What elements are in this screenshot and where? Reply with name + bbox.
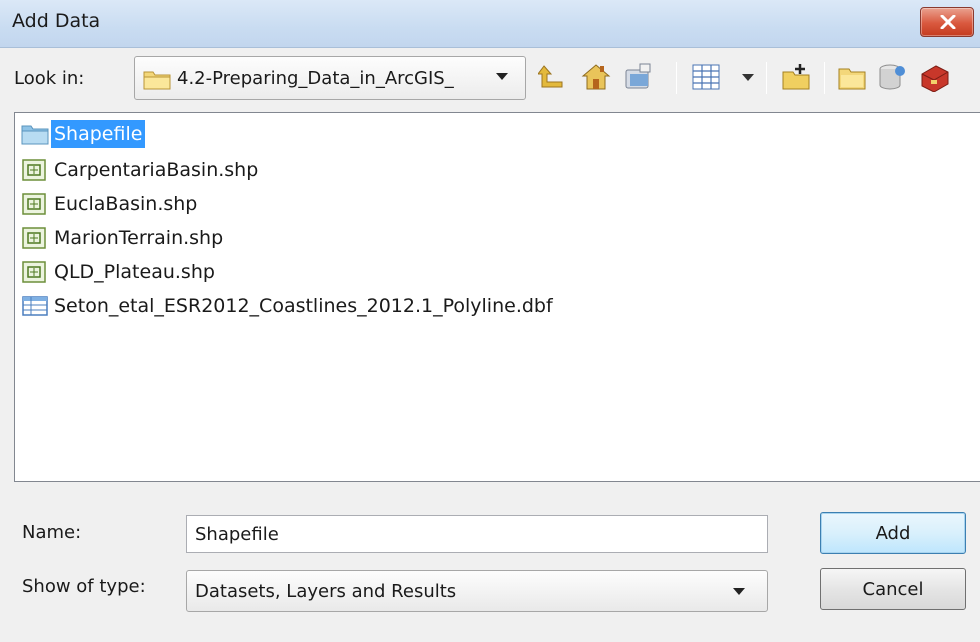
new-folder-icon[interactable] bbox=[780, 62, 812, 92]
list-item[interactable]: QLD_Plateau.shp bbox=[21, 257, 218, 287]
file-name: QLD_Plateau.shp bbox=[54, 261, 215, 283]
name-input-value: Shapefile bbox=[195, 524, 279, 545]
cancel-button[interactable]: Cancel bbox=[820, 568, 966, 610]
list-item[interactable]: Seton_etal_ESR2012_Coastlines_2012.1_Pol… bbox=[21, 291, 556, 321]
window-title: Add Data bbox=[12, 10, 101, 32]
title-bar: Add Data bbox=[0, 0, 980, 48]
add-button[interactable]: Add bbox=[820, 512, 966, 554]
database-icon[interactable] bbox=[876, 62, 908, 92]
toolbar-separator bbox=[766, 62, 767, 94]
home-icon[interactable] bbox=[580, 62, 612, 92]
list-item[interactable]: EuclaBasin.shp bbox=[21, 189, 200, 219]
chevron-down-icon bbox=[733, 588, 745, 595]
shapefile-icon bbox=[21, 227, 49, 249]
folder-connections-icon[interactable] bbox=[836, 62, 868, 92]
show-of-type-value: Datasets, Layers and Results bbox=[195, 581, 457, 602]
file-name: Shapefile bbox=[51, 120, 146, 148]
file-name: CarpentariaBasin.shp bbox=[54, 159, 259, 181]
list-view-icon[interactable] bbox=[690, 62, 722, 92]
name-label: Name: bbox=[22, 522, 82, 543]
up-one-level-icon[interactable] bbox=[538, 62, 570, 92]
shapefile-icon bbox=[21, 159, 49, 181]
view-menu-arrow-icon[interactable] bbox=[742, 74, 754, 82]
toolbox-icon[interactable] bbox=[918, 62, 950, 92]
list-item[interactable]: MarionTerrain.shp bbox=[21, 223, 226, 253]
folder-icon bbox=[21, 123, 49, 145]
name-input[interactable]: Shapefile bbox=[186, 515, 768, 553]
show-of-type-dropdown[interactable]: Datasets, Layers and Results bbox=[186, 570, 768, 612]
list-item[interactable]: CarpentariaBasin.shp bbox=[21, 155, 261, 185]
look-in-value: 4.2-Preparing_Data_in_ArcGIS_ bbox=[177, 68, 454, 89]
folder-icon bbox=[143, 71, 171, 90]
file-list[interactable]: Shapefile CarpentariaBasin.shp EuclaBasi… bbox=[14, 112, 980, 482]
connect-folder-icon[interactable] bbox=[622, 62, 654, 92]
look-in-dropdown[interactable]: 4.2-Preparing_Data_in_ArcGIS_ bbox=[134, 56, 526, 100]
list-item[interactable]: Shapefile bbox=[21, 119, 146, 149]
chevron-down-icon[interactable] bbox=[496, 73, 508, 81]
file-name: EuclaBasin.shp bbox=[54, 193, 198, 215]
close-icon bbox=[940, 15, 956, 29]
shapefile-icon bbox=[21, 261, 49, 283]
toolbar-separator bbox=[676, 62, 677, 94]
file-name: Seton_etal_ESR2012_Coastlines_2012.1_Pol… bbox=[54, 295, 553, 317]
shapefile-icon bbox=[21, 193, 49, 215]
show-of-type-label: Show of type: bbox=[22, 576, 146, 597]
toolbar-separator bbox=[824, 62, 825, 94]
look-in-label: Look in: bbox=[14, 68, 85, 89]
table-icon bbox=[21, 295, 49, 317]
file-name: MarionTerrain.shp bbox=[54, 227, 224, 249]
close-button[interactable] bbox=[920, 7, 974, 37]
